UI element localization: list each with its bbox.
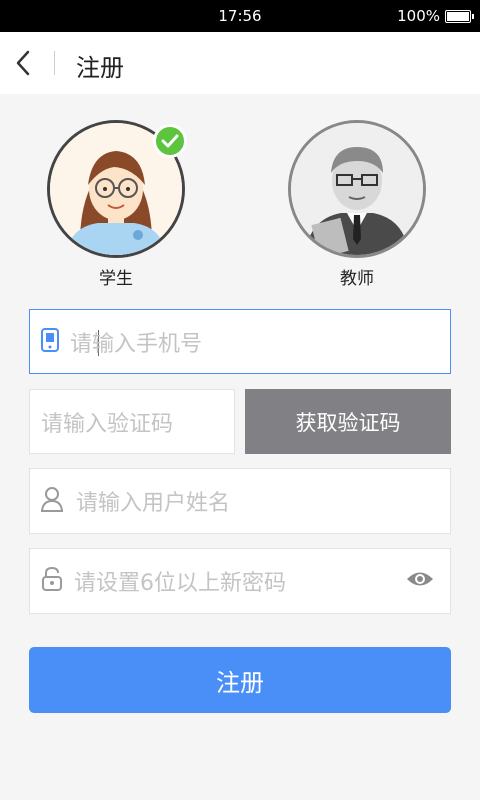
status-bar: 17:56 100%: [0, 0, 480, 32]
username-placeholder: 请输入用户姓名: [76, 491, 231, 516]
role-teacher[interactable]: 教师: [288, 120, 426, 289]
back-arrow-icon[interactable]: [10, 46, 40, 80]
battery-icon: [445, 10, 474, 23]
teacher-avatar: [288, 120, 426, 258]
get-code-button[interactable]: 获取验证码: [245, 389, 451, 454]
checkmark-icon: [153, 124, 187, 158]
header-divider: [54, 51, 55, 75]
battery-percent: 100%: [397, 7, 440, 25]
lock-icon: [41, 566, 63, 596]
register-button[interactable]: 注册: [29, 647, 451, 713]
phone-placeholder: 请输入手机号: [70, 331, 203, 357]
password-placeholder: 请设置6位以上新密码: [74, 571, 286, 596]
code-placeholder: 请输入验证码: [41, 411, 174, 437]
password-field[interactable]: 请设置6位以上新密码: [29, 548, 451, 614]
role-teacher-label: 教师: [340, 269, 374, 289]
user-icon: [40, 486, 64, 516]
eye-icon[interactable]: [406, 570, 434, 592]
verification-code-field[interactable]: 请输入验证码: [29, 389, 235, 454]
username-field[interactable]: 请输入用户姓名: [29, 468, 451, 534]
header: 注册: [0, 32, 480, 94]
page-title: 注册: [76, 54, 124, 82]
phone-field[interactable]: 请输入手机号: [29, 309, 451, 374]
phone-icon: [40, 327, 60, 357]
role-student-label: 学生: [99, 269, 133, 289]
